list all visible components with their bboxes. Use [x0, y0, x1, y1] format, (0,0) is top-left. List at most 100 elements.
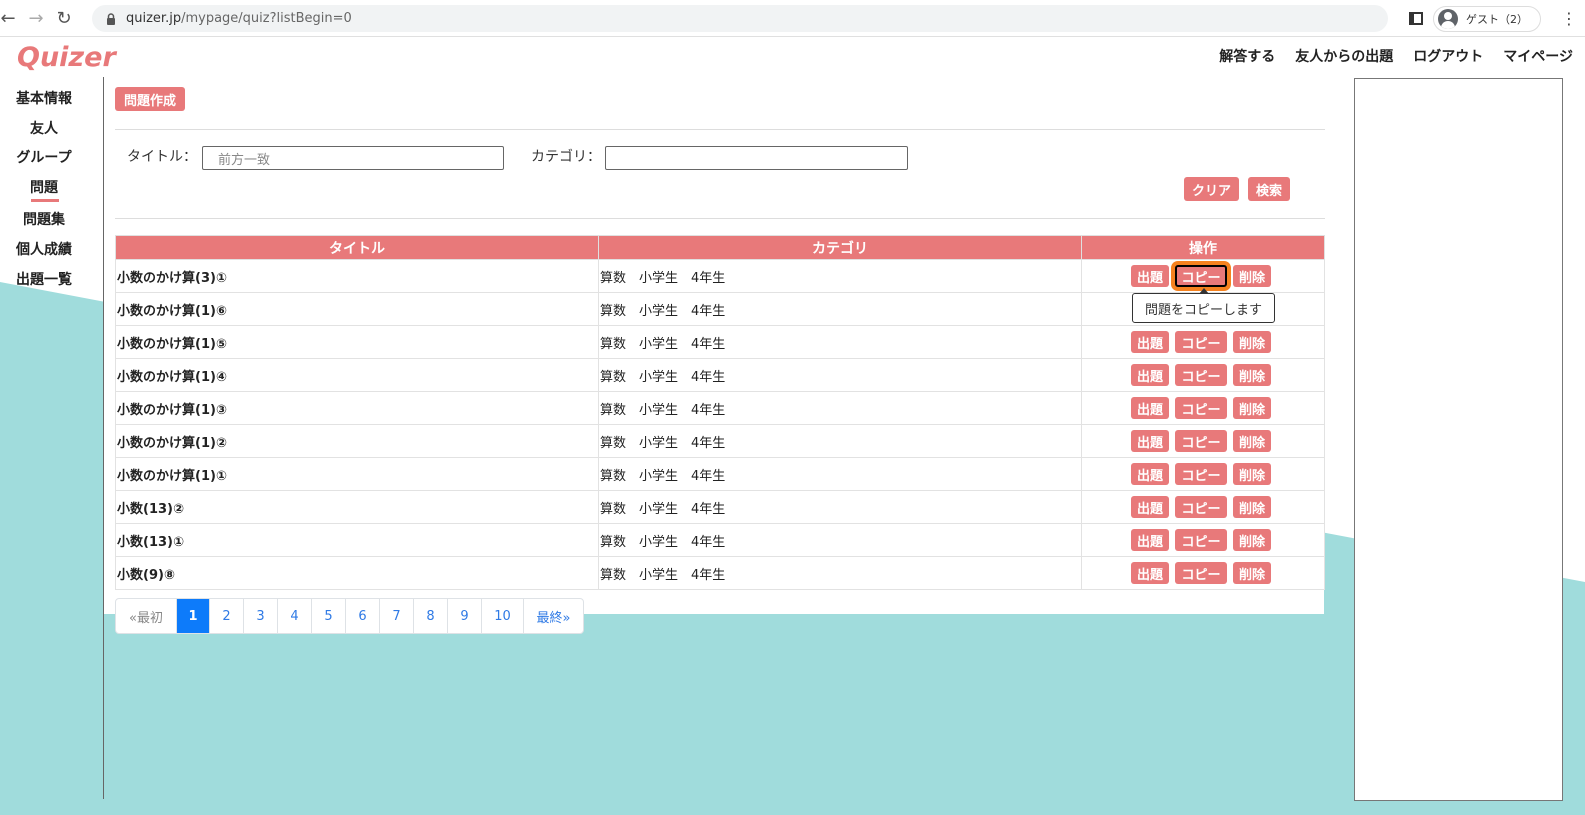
search-button[interactable]: 検索 [1248, 177, 1290, 201]
issue-button[interactable]: 出題 [1131, 496, 1169, 518]
issue-button[interactable]: 出題 [1131, 430, 1169, 452]
column-header-title: タイトル [115, 235, 599, 260]
delete-button[interactable]: 削除 [1233, 265, 1271, 287]
browser-toolbar: ← → ↻ quizer.jp/mypage/quiz?listBegin=0 … [0, 0, 1585, 37]
nav-from-friends[interactable]: 友人からの出題 [1295, 46, 1393, 66]
pagination: «最初 1 2 3 4 5 6 7 8 9 10 最終» [115, 598, 584, 634]
category-search-input[interactable] [605, 146, 908, 170]
nav-mypage[interactable]: マイページ [1503, 46, 1573, 66]
pagination-page[interactable]: 1 [176, 599, 209, 633]
avatar-icon [1438, 8, 1458, 29]
sidebar-item-groups[interactable]: グループ [0, 147, 88, 167]
delete-button[interactable]: 削除 [1233, 364, 1271, 386]
question-title: 小数(13)① [115, 523, 599, 557]
question-category: 算数 小学生 4年生 [598, 292, 1082, 326]
sidebar-item-basic-info[interactable]: 基本情報 [0, 88, 88, 108]
back-icon[interactable]: ← [0, 4, 22, 32]
copy-button[interactable]: コピー [1175, 463, 1227, 485]
logo[interactable]: Quizer [17, 42, 116, 73]
sidebar-item-question-sets[interactable]: 問題集 [0, 209, 88, 229]
url-path: /mypage/quiz?listBegin=0 [181, 11, 352, 26]
more-menu-icon[interactable]: ⋮ [1559, 10, 1579, 27]
reload-icon[interactable]: ↻ [50, 4, 78, 32]
delete-button[interactable]: 削除 [1233, 331, 1271, 353]
question-title: 小数のかけ算(1)③ [115, 391, 599, 425]
table-row: 小数(9)⑧ 算数 小学生 4年生 出題 コピー 削除 [115, 556, 1325, 590]
question-title: 小数(13)② [115, 490, 599, 524]
issue-button[interactable]: 出題 [1131, 397, 1169, 419]
sidebar-item-questions[interactable]: 問題 [0, 177, 88, 202]
row-actions: 出題 コピー 削除 [1081, 391, 1325, 425]
pagination-page[interactable]: 9 [447, 599, 481, 633]
side-panel-icon[interactable] [1409, 12, 1423, 25]
nav-logout[interactable]: ログアウト [1413, 46, 1483, 66]
table-header-row: タイトル カテゴリ 操作 [115, 235, 1325, 260]
row-actions: 出題 コピー 削除 [1081, 457, 1325, 491]
delete-button[interactable]: 削除 [1233, 463, 1271, 485]
question-title: 小数のかけ算(3)① [115, 259, 599, 293]
pagination-page[interactable]: 2 [209, 599, 243, 633]
question-category: 算数 小学生 4年生 [598, 325, 1082, 359]
top-nav: 解答する 友人からの出題 ログアウト マイページ [1219, 46, 1573, 66]
table-row: 小数のかけ算(3)① 算数 小学生 4年生 出題 コピー 削除 [115, 259, 1325, 293]
pagination-page[interactable]: 3 [243, 599, 277, 633]
copy-button[interactable]: コピー [1175, 265, 1227, 287]
copy-button[interactable]: コピー [1175, 496, 1227, 518]
copy-tooltip: 問題をコピーします [1132, 288, 1275, 323]
sidebar-item-friends[interactable]: 友人 [0, 118, 88, 138]
profile-button[interactable]: ゲスト（2） [1433, 5, 1541, 32]
title-search-input[interactable]: 前方一致 [202, 146, 504, 170]
quiz-table: タイトル カテゴリ 操作 小数のかけ算(3)① 算数 小学生 4年生 出題 コピー 削除… [115, 235, 1325, 590]
question-category: 算数 小学生 4年生 [598, 523, 1082, 557]
issue-button[interactable]: 出題 [1131, 529, 1169, 551]
pagination-page[interactable]: 7 [379, 599, 413, 633]
nav-answer[interactable]: 解答する [1219, 46, 1275, 66]
pagination-page[interactable]: 8 [413, 599, 447, 633]
pagination-page[interactable]: 5 [311, 599, 345, 633]
delete-button[interactable]: 削除 [1233, 430, 1271, 452]
pagination-last[interactable]: 最終» [523, 599, 583, 633]
issue-button[interactable]: 出題 [1131, 331, 1169, 353]
pagination-page[interactable]: 6 [345, 599, 379, 633]
ad-panel [1354, 78, 1563, 801]
create-question-button[interactable]: 問題作成 [115, 87, 185, 111]
row-actions: 出題 コピー 削除 [1081, 523, 1325, 557]
copy-button[interactable]: コピー [1175, 364, 1227, 386]
question-title: 小数(9)⑧ [115, 556, 599, 590]
divider [115, 218, 1325, 219]
table-row: 小数のかけ算(1)③ 算数 小学生 4年生 出題 コピー 削除 [115, 391, 1325, 425]
question-category: 算数 小学生 4年生 [598, 556, 1082, 590]
question-title: 小数のかけ算(1)⑥ [115, 292, 599, 326]
delete-button[interactable]: 削除 [1233, 496, 1271, 518]
pagination-page[interactable]: 10 [481, 599, 523, 633]
question-category: 算数 小学生 4年生 [598, 490, 1082, 524]
issue-button[interactable]: 出題 [1131, 364, 1169, 386]
pagination-first[interactable]: «最初 [116, 599, 176, 633]
title-label: タイトル： [127, 149, 197, 165]
issue-button[interactable]: 出題 [1131, 463, 1169, 485]
issue-button[interactable]: 出題 [1131, 562, 1169, 584]
delete-button[interactable]: 削除 [1233, 529, 1271, 551]
copy-button[interactable]: コピー [1175, 331, 1227, 353]
copy-button[interactable]: コピー [1175, 397, 1227, 419]
column-header-category: カテゴリ [598, 235, 1082, 260]
copy-button[interactable]: コピー [1175, 430, 1227, 452]
url-host: quizer.jp [126, 11, 182, 26]
question-category: 算数 小学生 4年生 [598, 424, 1082, 458]
sidebar-item-results[interactable]: 個人成績 [0, 239, 88, 259]
copy-button[interactable]: コピー [1175, 562, 1227, 584]
row-actions: 出題 コピー 削除 [1081, 424, 1325, 458]
row-actions: 出題 コピー 削除 [1081, 358, 1325, 392]
lock-icon [107, 12, 115, 25]
question-category: 算数 小学生 4年生 [598, 358, 1082, 392]
question-category: 算数 小学生 4年生 [598, 457, 1082, 491]
delete-button[interactable]: 削除 [1233, 397, 1271, 419]
issue-button[interactable]: 出題 [1131, 265, 1169, 287]
sidebar-item-issued-list[interactable]: 出題一覧 [0, 269, 88, 289]
clear-button[interactable]: クリア [1184, 177, 1239, 201]
address-bar[interactable]: quizer.jp/mypage/quiz?listBegin=0 [92, 5, 1388, 32]
delete-button[interactable]: 削除 [1233, 562, 1271, 584]
pagination-page[interactable]: 4 [277, 599, 311, 633]
forward-icon[interactable]: → [22, 4, 50, 32]
copy-button[interactable]: コピー [1175, 529, 1227, 551]
